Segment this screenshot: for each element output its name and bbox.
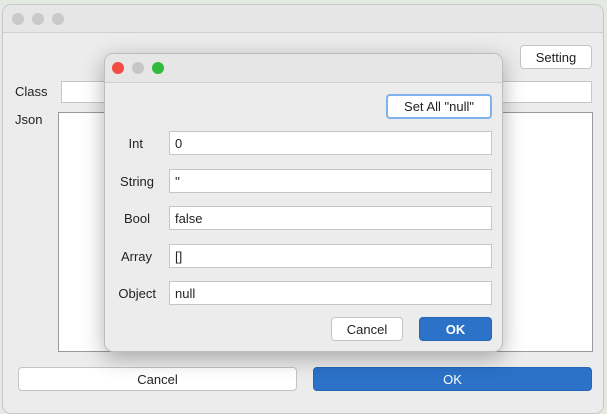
bool-input[interactable]: false xyxy=(169,206,492,230)
ok-button[interactable]: OK xyxy=(313,367,592,391)
zoom-icon[interactable] xyxy=(52,13,64,25)
dialog-cancel-button[interactable]: Cancel xyxy=(331,317,403,341)
setting-button[interactable]: Setting xyxy=(520,45,592,69)
main-title-bar[interactable] xyxy=(3,5,603,33)
minimize-icon[interactable] xyxy=(132,62,144,74)
close-icon[interactable] xyxy=(12,13,24,25)
int-input[interactable]: 0 xyxy=(169,131,492,155)
cancel-button[interactable]: Cancel xyxy=(18,367,297,391)
json-label: Json xyxy=(15,112,43,127)
string-label: String xyxy=(120,174,154,189)
object-input[interactable]: null xyxy=(169,281,492,305)
array-label: Array xyxy=(120,249,152,264)
minimize-icon[interactable] xyxy=(32,13,44,25)
object-label: Object xyxy=(118,286,156,301)
dialog-ok-button[interactable]: OK xyxy=(419,317,492,341)
defaults-dialog: Set All "null" Int 0 String '' Bool fals… xyxy=(104,53,503,352)
int-label: Int xyxy=(128,136,143,151)
dialog-title-bar[interactable] xyxy=(105,54,502,83)
set-all-null-button[interactable]: Set All "null" xyxy=(386,94,492,119)
class-label: Class xyxy=(15,84,48,99)
bool-label: Bool xyxy=(123,211,150,226)
string-input[interactable]: '' xyxy=(169,169,492,193)
array-input[interactable]: [] xyxy=(169,244,492,268)
close-icon[interactable] xyxy=(112,62,124,74)
zoom-icon[interactable] xyxy=(152,62,164,74)
